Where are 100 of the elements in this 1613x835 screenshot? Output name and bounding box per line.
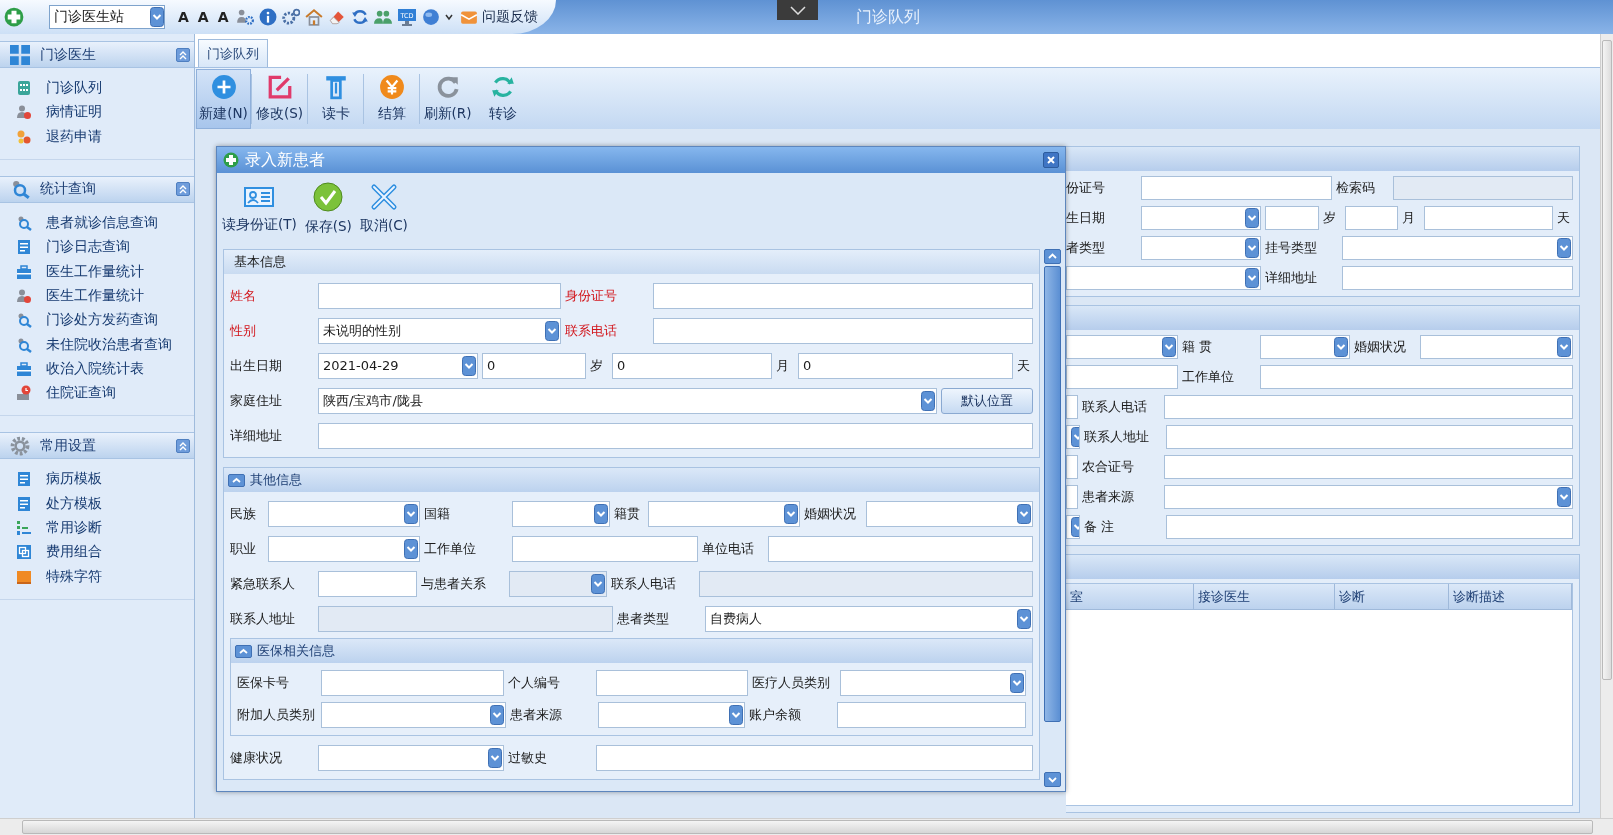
sidebar-item[interactable]: 门诊日志查询 xyxy=(46,238,130,257)
sidebar-item[interactable]: 退药申请 xyxy=(46,127,102,146)
text-field[interactable] xyxy=(1066,455,1078,479)
font-size-button[interactable]: A xyxy=(176,9,191,25)
sidebar-section-header[interactable]: 门诊医生 xyxy=(0,41,194,68)
text-field[interactable] xyxy=(1066,365,1178,389)
read-id-button[interactable]: 读身份证(T) xyxy=(219,184,300,234)
dropdown-field[interactable] xyxy=(1420,335,1573,359)
cross-logo-icon[interactable] xyxy=(4,7,24,27)
refresh-button[interactable]: 刷新(R) xyxy=(420,68,475,129)
sidebar-item[interactable]: 未住院收治患者查询 xyxy=(46,335,172,354)
sidebar-item[interactable]: 门诊处方发药查询 xyxy=(46,311,158,330)
checkout-button[interactable]: 结算 xyxy=(364,68,419,129)
caret-icon[interactable] xyxy=(444,13,453,21)
dropdown-field[interactable] xyxy=(512,500,610,527)
globe-icon[interactable] xyxy=(421,8,440,26)
dropdown-field[interactable] xyxy=(866,500,1033,527)
dropdown-field[interactable]: 未说明的性别 xyxy=(318,317,561,344)
sidebar-item[interactable]: 医生工作量统计 xyxy=(46,286,144,305)
people-icon[interactable] xyxy=(373,8,392,26)
text-field[interactable] xyxy=(318,570,417,597)
font-size-button[interactable]: A xyxy=(215,9,231,25)
dropdown-field[interactable] xyxy=(268,500,420,527)
sidebar-item[interactable]: 常用诊断 xyxy=(46,519,102,537)
sidebar-item[interactable]: 病历模板 xyxy=(46,470,102,489)
text-field[interactable] xyxy=(1265,206,1319,230)
column-header[interactable]: 诊断描述 xyxy=(1449,584,1572,610)
feedback-button[interactable]: 问题反馈 xyxy=(457,8,540,26)
dropdown-field[interactable] xyxy=(268,535,420,562)
text-field[interactable] xyxy=(1141,176,1332,200)
text-field[interactable] xyxy=(512,535,698,562)
collapse-toggle[interactable] xyxy=(176,438,190,453)
text-field[interactable] xyxy=(596,670,748,696)
section-toggle[interactable] xyxy=(228,473,245,487)
collapse-toggle[interactable] xyxy=(176,47,190,62)
dropdown-field[interactable] xyxy=(598,702,745,728)
info-icon[interactable] xyxy=(258,8,277,26)
section-toggle[interactable] xyxy=(235,644,252,658)
sidebar-item[interactable]: 病情证明 xyxy=(46,103,102,122)
collapse-toggle[interactable] xyxy=(176,182,190,197)
sidebar-section-header[interactable]: 常用设置 xyxy=(0,432,194,460)
text-field[interactable] xyxy=(1342,266,1573,290)
sidebar-item[interactable]: 特殊字符 xyxy=(46,567,102,586)
people-gear-icon[interactable] xyxy=(235,8,254,26)
text-field[interactable] xyxy=(1066,485,1078,509)
settings-icon[interactable] xyxy=(281,8,300,26)
text-field[interactable] xyxy=(653,317,1033,344)
text-field[interactable] xyxy=(596,744,1033,771)
scroll-down-button[interactable] xyxy=(1044,772,1061,787)
transfer-button[interactable]: 转诊 xyxy=(475,68,530,129)
sidebar-item[interactable]: 医生工作量统计 xyxy=(46,262,144,281)
dropdown-field[interactable]: 陕西/宝鸡市/陇县 xyxy=(318,387,937,414)
text-field[interactable]: 0 xyxy=(482,352,586,379)
dropdown-field[interactable] xyxy=(648,500,800,527)
text-field[interactable] xyxy=(1066,395,1078,419)
font-size-button[interactable]: A xyxy=(195,9,211,25)
text-field[interactable]: 0 xyxy=(798,352,1013,379)
text-field[interactable] xyxy=(318,422,1033,449)
dropdown-field[interactable] xyxy=(840,670,1026,696)
text-field[interactable] xyxy=(653,282,1033,309)
tab[interactable]: 门诊队列 xyxy=(198,39,268,67)
dropdown-field[interactable] xyxy=(1141,206,1261,230)
cancel-button[interactable]: 取消(C) xyxy=(356,183,411,235)
edit-button[interactable]: 修改(S) xyxy=(252,68,307,129)
dropdown-field[interactable]: 自费病人 xyxy=(705,605,1033,632)
column-header[interactable]: 室 xyxy=(1066,584,1194,610)
sidebar-item[interactable]: 收治入院统计表 xyxy=(46,359,144,378)
new-button[interactable]: 新建(N) xyxy=(196,68,251,129)
sidebar-item[interactable]: 住院证查询 xyxy=(46,384,116,403)
text-field[interactable] xyxy=(1345,206,1398,230)
sidebar-section-header[interactable]: 统计查询 xyxy=(0,175,194,203)
station-dropdown[interactable]: 门诊医生站 xyxy=(49,5,165,29)
save-button[interactable]: 保存(S) xyxy=(301,182,355,236)
scrollbar-thumb[interactable] xyxy=(22,820,1593,834)
scroll-up-button[interactable] xyxy=(1044,249,1061,264)
column-header[interactable]: 诊断 xyxy=(1335,584,1449,610)
text-field[interactable] xyxy=(321,670,504,696)
column-header[interactable]: 接诊医生 xyxy=(1194,584,1335,610)
text-field[interactable] xyxy=(1260,365,1573,389)
sidebar-item[interactable]: 患者就诊信息查询 xyxy=(46,214,158,233)
collapse-button[interactable] xyxy=(777,0,818,20)
dropdown-field[interactable] xyxy=(1066,425,1080,449)
sidebar-item[interactable]: 费用组合 xyxy=(46,543,102,562)
dropdown-field[interactable] xyxy=(1066,266,1261,290)
sidebar-item[interactable]: 处方模板 xyxy=(46,494,102,513)
refresh-icon[interactable] xyxy=(350,8,369,26)
dropdown-field[interactable] xyxy=(321,702,506,728)
text-field[interactable] xyxy=(318,282,561,309)
text-field[interactable] xyxy=(1166,425,1573,449)
text-field[interactable] xyxy=(837,702,1026,728)
read-card-button[interactable]: 读卡 xyxy=(308,68,363,129)
scrollbar-thumb[interactable] xyxy=(1044,266,1061,722)
dropdown-field[interactable] xyxy=(318,744,504,771)
close-button[interactable] xyxy=(1043,152,1059,168)
dropdown-field[interactable] xyxy=(1066,515,1080,539)
dropdown-field[interactable] xyxy=(1141,236,1261,260)
dropdown-field[interactable]: 2021-04-29 xyxy=(318,352,478,379)
text-field[interactable] xyxy=(768,535,1033,562)
dropdown-field[interactable] xyxy=(1066,335,1178,359)
dropdown-field[interactable] xyxy=(1342,236,1573,260)
